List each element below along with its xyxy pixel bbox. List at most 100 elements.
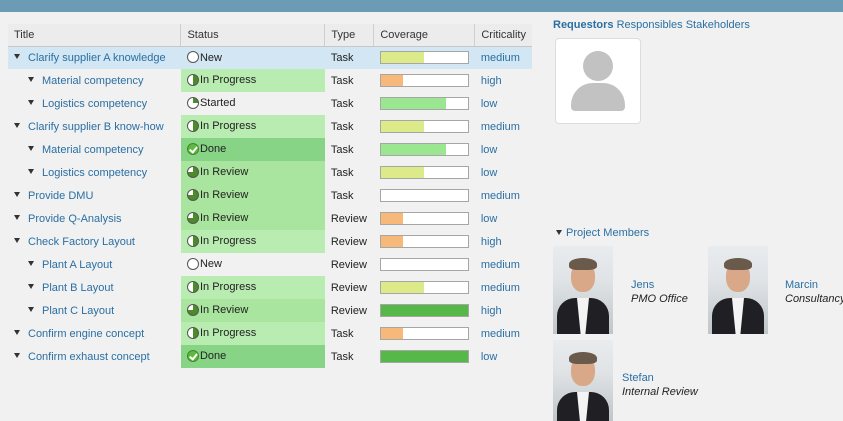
member-photo-marcin[interactable] [708, 246, 768, 334]
row-title[interactable]: Plant B Layout [8, 276, 181, 299]
row-status[interactable]: In Progress [180, 115, 325, 138]
member-photo-stefan[interactable] [553, 340, 613, 421]
row-title[interactable]: Provide DMU [8, 184, 181, 207]
row-title-text[interactable]: Logistics competency [42, 98, 147, 110]
row-title-text[interactable]: Confirm exhaust concept [28, 351, 150, 363]
row-title-text[interactable]: Logistics competency [42, 167, 147, 179]
expand-toggle-icon[interactable] [14, 54, 20, 60]
row-criticality[interactable]: medium [475, 276, 532, 299]
expand-toggle-icon[interactable] [28, 307, 34, 313]
row-title-text[interactable]: Material competency [42, 144, 144, 156]
row-title[interactable]: Logistics competency [8, 161, 181, 184]
row-coverage [374, 138, 475, 161]
row-title-text[interactable]: Clarify supplier B know-how [28, 121, 164, 133]
tab-stakeholders[interactable]: Stakeholders [686, 19, 750, 31]
row-title-text[interactable]: Plant A Layout [42, 259, 112, 271]
expand-toggle-icon[interactable] [28, 261, 34, 267]
expand-toggle-icon[interactable] [14, 192, 20, 198]
row-status[interactable]: Started [181, 92, 325, 115]
expand-toggle-icon[interactable] [14, 123, 20, 129]
row-criticality[interactable]: low [475, 207, 532, 230]
row-status[interactable]: New [181, 253, 325, 276]
column-header-title[interactable]: Title [8, 24, 182, 47]
row-status[interactable]: In Progress [180, 230, 325, 253]
member-photo-jens[interactable] [553, 246, 613, 334]
column-header-criticality[interactable]: Criticality [474, 24, 532, 47]
column-header-status[interactable]: Status [180, 24, 326, 47]
row-title[interactable]: Logistics competency [8, 92, 181, 115]
member-name-jens[interactable]: Jens [631, 279, 654, 291]
row-status[interactable]: Done [180, 345, 325, 368]
row-title[interactable]: Material competency [8, 69, 181, 92]
expand-toggle-icon[interactable] [14, 238, 20, 244]
row-status[interactable]: In Review [180, 184, 325, 207]
expand-toggle-icon[interactable] [28, 146, 34, 152]
expand-toggle-icon[interactable] [28, 100, 34, 106]
expand-toggle-icon[interactable] [28, 77, 34, 83]
table-row[interactable]: Plant B Layout In Progress Review medium [8, 276, 532, 299]
row-title[interactable]: Confirm exhaust concept [8, 345, 181, 368]
row-criticality[interactable]: high [475, 69, 532, 92]
row-status[interactable]: Done [180, 138, 325, 161]
table-row[interactable]: Plant C Layout In Review Review high [8, 299, 532, 322]
row-title-text[interactable]: Check Factory Layout [28, 236, 135, 248]
table-row[interactable]: Material competency In Progress Task high [8, 69, 532, 92]
table-row[interactable]: Provide Q-Analysis In Review Review low [8, 207, 532, 230]
tab-responsibles[interactable]: Responsibles [617, 19, 683, 31]
row-criticality[interactable]: medium [475, 115, 532, 138]
row-status[interactable]: In Progress [180, 322, 325, 345]
row-title[interactable]: Plant A Layout [8, 253, 181, 276]
column-header-coverage[interactable]: Coverage [373, 24, 476, 47]
project-members-toggle[interactable]: Project Members [556, 227, 649, 239]
row-criticality[interactable]: low [475, 161, 532, 184]
row-criticality[interactable]: low [475, 92, 532, 115]
row-title-text[interactable]: Provide DMU [28, 190, 93, 202]
row-title[interactable]: Confirm engine concept [8, 322, 181, 345]
row-criticality[interactable]: medium [475, 253, 532, 276]
table-row[interactable]: Material competency Done Task low [8, 138, 532, 161]
tab-requestors[interactable]: Requestors [553, 19, 614, 31]
row-title[interactable]: Check Factory Layout [8, 230, 181, 253]
table-row[interactable]: Confirm engine concept In Progress Task med… [8, 322, 532, 345]
table-row[interactable]: Plant A Layout New Review medium [8, 253, 532, 276]
row-criticality[interactable]: low [475, 138, 532, 161]
table-row[interactable]: Clarify supplier B know-how In Progress Ta… [8, 115, 532, 138]
table-row[interactable]: Logistics competency In Review Task low [8, 161, 532, 184]
row-criticality[interactable]: high [475, 230, 532, 253]
row-criticality[interactable]: medium [475, 322, 532, 345]
row-status[interactable]: In Review [180, 299, 325, 322]
table-row[interactable]: Clarify supplier A knowledge New Task mediu… [8, 46, 532, 69]
row-title[interactable]: Material competency [8, 138, 181, 161]
member-name-marcin[interactable]: Marcin [785, 279, 818, 291]
row-status[interactable]: New [180, 46, 325, 69]
row-title-text[interactable]: Confirm engine concept [28, 328, 144, 340]
row-title-text[interactable]: Provide Q-Analysis [28, 213, 122, 225]
row-title-text[interactable]: Clarify supplier A knowledge [28, 52, 166, 64]
row-title-text[interactable]: Plant C Layout [42, 305, 114, 317]
expand-toggle-icon[interactable] [28, 169, 34, 175]
row-title[interactable]: Clarify supplier A knowledge [8, 46, 181, 69]
row-title[interactable]: Provide Q-Analysis [8, 207, 181, 230]
row-status[interactable]: In Review [180, 207, 325, 230]
table-row[interactable]: Provide DMU In Review Task medium [8, 184, 532, 207]
row-criticality[interactable]: medium [475, 184, 532, 207]
expand-toggle-icon[interactable] [14, 330, 20, 336]
table-row[interactable]: Check Factory Layout In Progress Review hig… [8, 230, 532, 253]
expand-toggle-icon[interactable] [28, 284, 34, 290]
member-name-stefan[interactable]: Stefan [622, 372, 654, 384]
row-status[interactable]: In Review [180, 161, 325, 184]
expand-toggle-icon[interactable] [14, 353, 20, 359]
row-title-text[interactable]: Plant B Layout [42, 282, 114, 294]
row-criticality[interactable]: medium [474, 46, 532, 69]
table-row[interactable]: Confirm exhaust concept Done Task low [8, 345, 532, 368]
row-status[interactable]: In Progress [180, 276, 325, 299]
row-title[interactable]: Clarify supplier B know-how [8, 115, 181, 138]
row-title[interactable]: Plant C Layout [8, 299, 181, 322]
row-status[interactable]: In Progress [180, 69, 325, 92]
expand-toggle-icon[interactable] [14, 215, 20, 221]
row-criticality[interactable]: low [475, 345, 532, 368]
table-row[interactable]: Logistics competency Started Task low [8, 92, 532, 115]
row-title-text[interactable]: Material competency [42, 75, 144, 87]
row-criticality[interactable]: high [475, 299, 532, 322]
column-header-type[interactable]: Type [324, 24, 375, 47]
